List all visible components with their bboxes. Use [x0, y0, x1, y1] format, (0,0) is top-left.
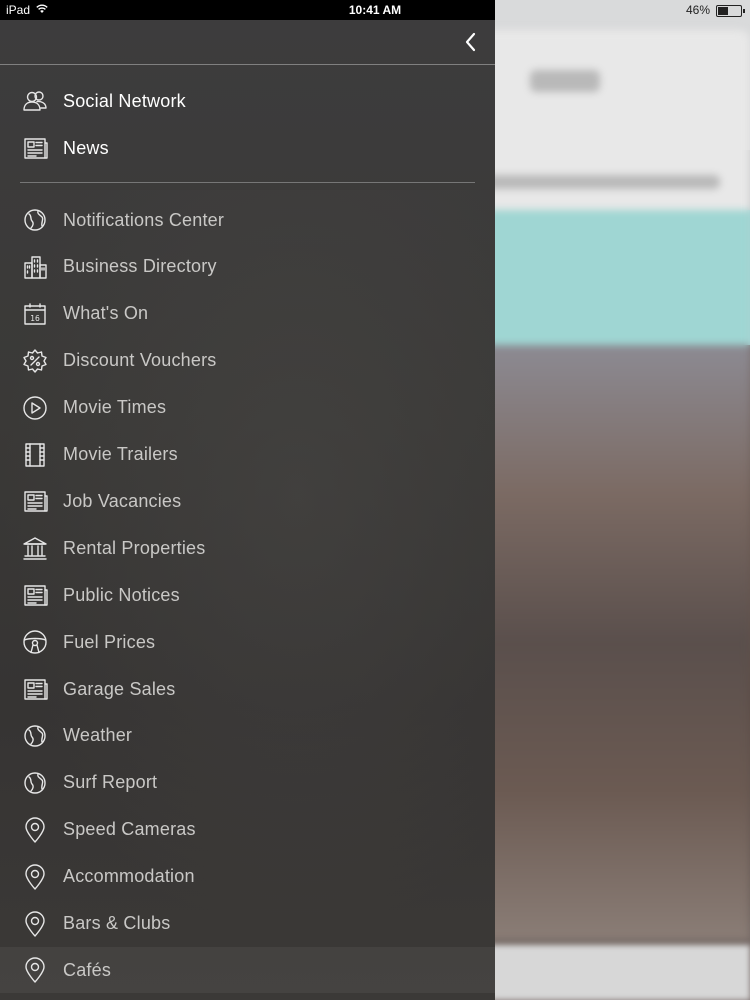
globe-icon	[20, 205, 50, 235]
map-pin-icon	[20, 815, 50, 845]
newspaper-icon	[20, 580, 50, 610]
map-pin-icon	[20, 955, 50, 985]
steering-wheel-icon	[20, 627, 50, 657]
menu-item-label: Bars & Clubs	[63, 913, 171, 933]
menu-item-label: Social Network	[63, 90, 186, 111]
menu-item-rental-properties[interactable]: Rental Properties	[0, 525, 495, 571]
status-time: 10:41 AM	[348, 3, 402, 17]
background-blur-tab	[530, 70, 600, 92]
background-content-card	[470, 30, 750, 940]
background-blur-text	[480, 175, 720, 189]
people-icon	[20, 86, 50, 116]
menu-item-accommodation[interactable]: Accommodation	[0, 854, 495, 900]
menu-item-discount-vouchers[interactable]: Discount Vouchers	[0, 338, 495, 384]
menu-item-caf-s[interactable]: Cafés	[0, 947, 495, 994]
battery-percent: 46%	[685, 3, 710, 17]
menu-item-news[interactable]: News	[0, 125, 495, 171]
globe-icon	[20, 721, 50, 751]
menu-item-garage-sales[interactable]: Garage Sales	[0, 666, 495, 712]
menu-item-public-notices[interactable]: Public Notices	[0, 572, 495, 618]
menu-item-what-s-on[interactable]: 16 What's On	[0, 291, 495, 337]
menu-item-label: Discount Vouchers	[63, 350, 217, 371]
menu-item-label: Accommodation	[63, 866, 195, 887]
newspaper-icon	[20, 674, 50, 704]
menu-item-bars-and-clubs[interactable]: Bars & Clubs	[0, 901, 495, 947]
background-image-photo	[470, 345, 750, 940]
svg-text:16: 16	[30, 314, 40, 323]
menu-item-movie-times[interactable]: Movie Times	[0, 385, 495, 431]
chevron-left-icon	[465, 32, 476, 52]
background-image-sky	[470, 210, 750, 345]
menu-item-label: What's On	[63, 303, 149, 324]
menu-item-label: Public Notices	[63, 584, 180, 605]
menu-item-label: News	[63, 137, 109, 158]
map-pin-icon	[20, 862, 50, 892]
globe-icon	[20, 768, 50, 798]
menu-divider	[20, 182, 475, 183]
menu-item-label: Job Vacancies	[63, 490, 182, 511]
menu-item-job-vacancies[interactable]: Job Vacancies	[0, 478, 495, 524]
bank-icon	[20, 533, 50, 563]
film-strip-icon	[20, 440, 50, 470]
menu-item-label: Cafés	[63, 959, 112, 980]
menu-item-label: Garage Sales	[63, 678, 176, 699]
menu-item-label: Weather	[63, 725, 133, 746]
calendar-icon: 16	[20, 299, 50, 329]
menu-item-social-network[interactable]: Social Network	[0, 78, 495, 124]
menu-item-surf-report[interactable]: Surf Report	[0, 760, 495, 806]
close-drawer-button[interactable]	[457, 28, 485, 56]
menu-item-business-directory[interactable]: Business Directory	[0, 244, 495, 290]
menu-item-label: Surf Report	[63, 772, 158, 793]
menu-item-label: Fuel Prices	[63, 631, 156, 652]
play-circle-icon	[20, 393, 50, 423]
battery-icon	[716, 5, 745, 17]
menu-item-fuel-prices[interactable]: Fuel Prices	[0, 619, 495, 665]
menu-item-label: Movie Trailers	[63, 444, 178, 464]
menu-item-label: Notifications Center	[63, 209, 225, 230]
drawer-header	[0, 20, 495, 65]
map-pin-icon	[20, 909, 50, 939]
menu-item-label: Speed Cameras	[63, 819, 196, 840]
menu-item-label: Rental Properties	[63, 537, 206, 558]
menu-item-weather[interactable]: Weather	[0, 713, 495, 759]
percent-badge-icon	[20, 346, 50, 376]
background-bottom-bar	[470, 945, 750, 1000]
side-menu-drawer: Social Network News Notifications Center Bu…	[0, 20, 495, 1000]
menu-item-movie-trailers[interactable]: Movie Trailers	[0, 432, 495, 478]
menu-item-label: Business Directory	[63, 256, 217, 277]
menu-item-notifications-center[interactable]: Notifications Center	[0, 197, 495, 243]
newspaper-icon	[20, 133, 50, 163]
newspaper-icon	[20, 486, 50, 516]
menu-item-label: Movie Times	[63, 397, 167, 418]
buildings-icon	[20, 252, 50, 282]
menu-item-speed-cameras[interactable]: Speed Cameras	[0, 807, 495, 853]
status-bar: iPad 10:41 AM 46%	[0, 0, 750, 20]
